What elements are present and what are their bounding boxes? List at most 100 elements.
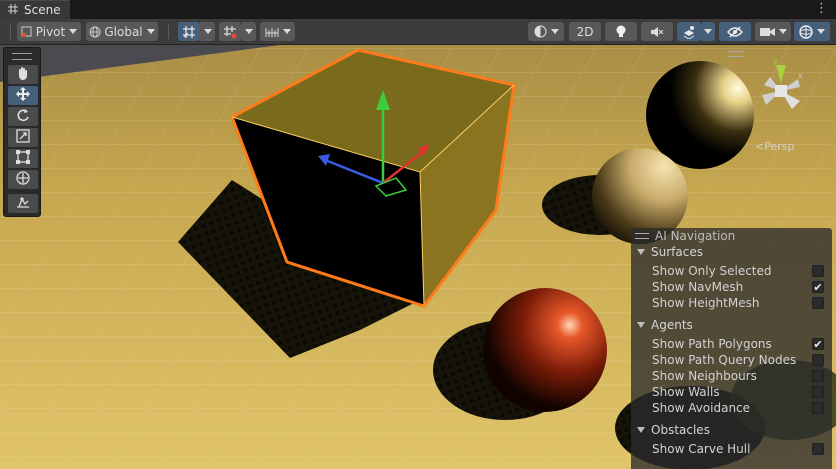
gizmos-dropdown[interactable] — [794, 22, 830, 41]
pivot-label: Pivot — [35, 24, 66, 39]
section-label: Agents — [651, 318, 693, 332]
hand-tool-button[interactable] — [8, 65, 38, 84]
option-show-navmesh[interactable]: Show NavMesh ✔ — [652, 279, 828, 295]
custom-tool-icon — [16, 195, 30, 212]
rect-tool-button[interactable] — [8, 149, 38, 168]
grid-snap-button[interactable] — [178, 22, 200, 41]
option-label: Show Carve Hull — [652, 442, 751, 456]
checkbox[interactable] — [812, 265, 824, 277]
gold-sphere — [646, 61, 754, 169]
transform-tool-button[interactable] — [8, 170, 38, 189]
section-surfaces[interactable]: Surfaces — [637, 245, 703, 259]
draw-mode-dropdown[interactable] — [528, 22, 564, 41]
audio-toggle-button[interactable] — [641, 22, 673, 41]
shaded-sphere-icon — [534, 25, 547, 38]
ruler-toggle[interactable] — [260, 22, 295, 41]
projection-label[interactable]: <Persp — [755, 140, 794, 153]
option-show-carve-hull[interactable]: Show Carve Hull — [652, 441, 828, 457]
section-obstacles[interactable]: Obstacles — [637, 423, 710, 437]
chevron-down-icon — [203, 29, 212, 34]
transform-icon — [16, 171, 30, 188]
option-show-neighbours[interactable]: Show Neighbours — [652, 368, 828, 384]
option-label: Show Path Query Nodes — [652, 353, 797, 367]
grid-snap-icon — [182, 25, 196, 39]
increment-snap-dropdown[interactable] — [241, 22, 256, 41]
chevron-down-icon — [817, 29, 825, 34]
option-show-path-query-nodes[interactable]: Show Path Query Nodes — [652, 352, 828, 368]
checkbox[interactable] — [812, 297, 824, 309]
camera-icon — [759, 26, 775, 37]
hand-icon — [16, 66, 30, 83]
more-options-icon[interactable]: ⋮ — [815, 2, 828, 16]
foldout-triangle-icon — [637, 249, 645, 255]
checkbox[interactable] — [812, 402, 824, 414]
speaker-mute-icon — [650, 26, 664, 38]
ai-navigation-overlay: AI Navigation Surfaces Show Only Selecte… — [631, 228, 832, 469]
grid-icon — [8, 3, 18, 17]
option-label: Show Only Selected — [652, 264, 772, 278]
checkbox[interactable] — [812, 443, 824, 455]
move-tool-button[interactable] — [8, 86, 38, 105]
scale-tool-button[interactable] — [8, 128, 38, 147]
section-label: Obstacles — [651, 423, 710, 437]
tab-bar: Scene ⋮ — [0, 0, 836, 19]
checkbox[interactable] — [812, 386, 824, 398]
global-dropdown[interactable]: Global — [86, 22, 158, 41]
persp-arrow-icon: < — [755, 140, 765, 153]
scene-toolbar: Pivot Global 2D — [0, 19, 836, 45]
red-sphere — [483, 288, 607, 412]
chevron-down-icon — [69, 29, 78, 34]
pivot-icon — [21, 26, 33, 38]
toolbar-divider — [168, 24, 169, 39]
option-show-path-polygons[interactable]: Show Path Polygons ✔ — [652, 336, 828, 352]
move-arrows-icon — [16, 87, 30, 104]
effects-dropdown[interactable] — [701, 22, 715, 41]
option-show-only-selected[interactable]: Show Only Selected — [652, 263, 828, 279]
foldout-triangle-icon — [637, 427, 645, 433]
checkbox[interactable]: ✔ — [812, 281, 824, 293]
tools-overlay — [3, 47, 41, 217]
chevron-down-icon — [282, 29, 291, 34]
overlay-grip[interactable] — [635, 233, 649, 239]
checkmark-icon: ✔ — [813, 338, 823, 351]
effects-toggle-button[interactable] — [677, 22, 701, 41]
option-label: Show Walls — [652, 385, 720, 399]
camera-settings-dropdown[interactable] — [755, 22, 791, 41]
chevron-down-icon — [146, 29, 155, 34]
global-label: Global — [104, 24, 143, 39]
gizmo-grip[interactable] — [728, 51, 744, 57]
globe-icon — [89, 26, 101, 38]
checkmark-icon: ✔ — [813, 281, 823, 294]
option-label: Show HeightMesh — [652, 296, 760, 310]
rotate-icon — [16, 108, 30, 125]
chevron-down-icon — [704, 29, 712, 34]
rotate-tool-button[interactable] — [8, 107, 38, 126]
checkbox[interactable]: ✔ — [812, 338, 824, 350]
chevron-down-icon — [778, 29, 787, 34]
light-bulb-icon — [615, 25, 627, 39]
section-agents[interactable]: Agents — [637, 318, 693, 332]
hidden-objects-toggle[interactable] — [719, 22, 751, 41]
orientation-gizmo[interactable]: y x — [748, 57, 814, 123]
pivot-dropdown[interactable]: Pivot — [17, 22, 81, 41]
increment-snap-button[interactable] — [219, 22, 241, 41]
overlay-title: AI Navigation — [655, 229, 736, 243]
2d-toggle-button[interactable]: 2D — [569, 22, 601, 41]
checkbox[interactable] — [812, 370, 824, 382]
eye-slash-icon — [727, 26, 743, 38]
option-show-heightmesh[interactable]: Show HeightMesh — [652, 295, 828, 311]
option-label: Show Avoidance — [652, 401, 751, 415]
gizmo-sphere-icon — [799, 24, 813, 39]
option-show-avoidance[interactable]: Show Avoidance — [652, 400, 828, 416]
toolbar-divider — [10, 24, 11, 39]
custom-tool-button[interactable] — [8, 194, 38, 213]
tab-scene[interactable]: Scene — [0, 0, 70, 19]
option-show-walls[interactable]: Show Walls — [652, 384, 828, 400]
gizmo-axis-x-label: x — [798, 71, 803, 80]
scale-icon — [16, 129, 30, 146]
tools-grip[interactable] — [12, 53, 32, 60]
checkbox[interactable] — [812, 354, 824, 366]
lighting-toggle-button[interactable] — [605, 22, 637, 41]
increment-snap-icon — [223, 25, 237, 39]
grid-snap-dropdown[interactable] — [200, 22, 215, 41]
